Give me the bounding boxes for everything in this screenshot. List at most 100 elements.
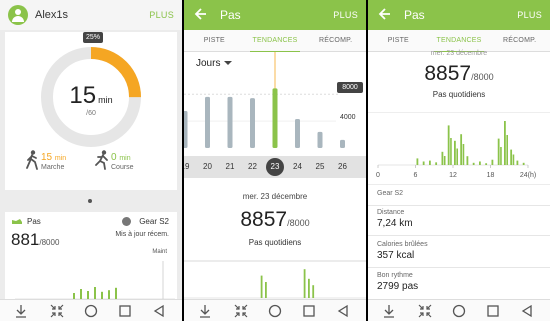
device-name: Gear S2 [377,190,404,197]
hourly-bar [485,163,488,165]
tab-rewards[interactable]: RÉCOMP. [489,30,550,52]
home-icon[interactable] [268,304,282,318]
daily-steps-caption: Pas quotidiens [432,90,486,99]
back-arrow-icon[interactable] [378,6,392,22]
daily-steps-caption: Pas quotidiens [248,238,302,247]
pager-indicator [88,199,92,203]
steps-card[interactable]: Pas 881/8000 Gear S2 Mis à jour récem. M… [5,212,177,300]
ring-goal: /60 [86,110,96,117]
daily-steps-count: 8857 [240,208,288,231]
device-row: Gear S2 [377,190,403,197]
tab-bar: PISTE TENDANCES RÉCOMP. [184,30,366,53]
tab-trends[interactable]: TENDANCES [245,30,306,53]
hourly-bar [260,275,263,298]
download-icon[interactable] [198,304,212,318]
page-title: Pas [404,8,425,22]
tab-bar: PISTE TENDANCES RÉCOMP. [368,30,550,53]
day-bar [184,110,188,148]
divider [368,235,550,236]
hourly-bar [303,269,306,298]
hourly-bar [312,285,315,298]
page-title: Pas [220,8,241,22]
hourly-bar [497,138,500,165]
hourly-bar [429,160,431,165]
steps-bar [94,287,96,299]
day-item[interactable]: 19 [184,156,196,178]
hourly-bars: 0 6 12 18 24(h) [376,121,536,179]
steps-bar [108,290,110,299]
activity-card[interactable]: 25% 15 min /60 15 min Marche 0 min Course [5,32,177,190]
plus-button[interactable]: PLUS [149,10,174,20]
shoe-icon [12,219,22,224]
daily-steps-value: 8857/8000 [368,62,550,86]
range-selector[interactable]: Jours [196,58,233,69]
home-icon[interactable] [84,304,98,318]
day-bar [317,131,323,148]
ring-percent-badge: 25% [83,32,103,43]
steps-mini-chart [15,261,175,300]
stats-list: Gear S2 Distance 7,24 km Calories brûlée… [368,185,550,299]
back-nav-icon[interactable] [152,304,166,318]
device-name: Gear S2 [139,217,169,226]
walk-label: Marche [41,164,65,171]
user-name[interactable]: Alex1s [35,9,68,21]
day-selected[interactable]: 23 [264,156,286,178]
tab-trends[interactable]: TENDANCES [429,30,490,53]
day-item[interactable]: 20 [197,156,219,178]
screen-dashboard: Alex1s PLUS 25% 15 min /60 15 min Marche … [0,0,182,321]
hourly-bar [504,121,506,165]
recent-apps-icon[interactable] [118,304,132,318]
daily-steps-goal: /8000 [471,72,494,82]
daily-steps-count: 8857 [424,62,472,85]
collapse-icon[interactable] [418,304,432,318]
stat-pace-value: 2799 pas [377,281,419,292]
recent-apps-icon[interactable] [302,304,316,318]
run-value: 0 min [111,152,131,163]
day-bar [250,98,255,148]
hourly-bar [435,162,438,165]
day-item[interactable]: 22 [242,156,264,178]
tab-rewards[interactable]: RÉCOMP. [305,30,366,52]
scrolled-date: mer. 23 décembre [430,50,488,57]
stat-calories-value: 357 kcal [377,250,415,261]
home-icon[interactable] [452,304,466,318]
day-item[interactable]: 25 [309,156,331,178]
hourly-bar [522,162,525,165]
daily-summary: mer. 23 décembre 8857/8000 Pas quotidien… [368,50,550,112]
system-nav-bar [0,299,182,321]
screen-trends: Pas PLUS PISTE TENDANCES RÉCOMP. Jours 8… [184,0,366,321]
avatar-icon[interactable] [8,5,28,25]
plus-button[interactable]: PLUS [333,10,358,20]
stat-pace: Bon rythme 2799 pas [377,272,418,292]
stat-distance-label: Distance [377,209,405,216]
hourly-bar [460,134,463,165]
steps-card-goal: /8000 [39,238,60,247]
device-icon [122,217,131,226]
hourly-bar [265,282,267,298]
tab-track[interactable]: PISTE [368,30,429,52]
day-item[interactable]: 24 [287,156,309,178]
now-label: Maint [152,249,167,255]
hourly-steps-chart: 0 6 12 18 24(h) [368,112,550,184]
stat-pace-label: Bon rythme [377,272,413,279]
download-icon[interactable] [382,304,396,318]
day-item[interactable]: 26 [332,156,354,178]
back-arrow-icon[interactable] [194,6,208,22]
back-nav-icon[interactable] [520,304,534,318]
ring-value-number: 15 [69,82,97,109]
collapse-icon[interactable] [234,304,248,318]
hourly-bar [462,144,465,165]
tab-track[interactable]: PISTE [184,30,245,52]
back-nav-icon[interactable] [336,304,350,318]
recent-apps-icon[interactable] [486,304,500,318]
plus-button[interactable]: PLUS [517,10,542,20]
day-item[interactable]: 21 [219,156,241,178]
walking-icon [26,150,38,170]
daily-steps-goal: /8000 [287,218,310,228]
download-icon[interactable] [14,304,28,318]
day-bar [295,119,300,148]
hourly-bar [466,156,469,165]
collapse-icon[interactable] [50,304,64,318]
steps-bar [87,291,89,299]
steps-card-count: 881 [11,230,40,249]
